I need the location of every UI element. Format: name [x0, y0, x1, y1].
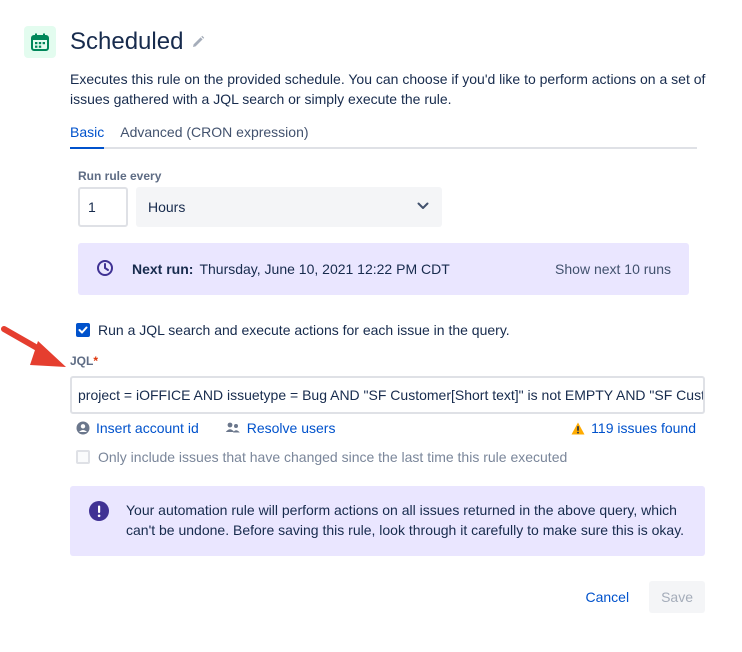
jql-checkbox[interactable] [76, 323, 90, 337]
required-mark: * [93, 354, 99, 368]
jql-label: JQL* [70, 354, 98, 368]
jql-label-text: JQL [70, 354, 94, 368]
save-button[interactable]: Save [649, 581, 705, 613]
users-icon [225, 422, 240, 433]
cancel-button[interactable]: Cancel [573, 581, 641, 613]
show-next-runs-link[interactable]: Show next 10 runs [555, 261, 671, 277]
pencil-icon[interactable] [191, 35, 205, 49]
user-circle-icon [76, 421, 90, 435]
resolve-users-link[interactable]: Resolve users [225, 420, 336, 436]
unit-selected-value: Hours [148, 199, 186, 215]
page-title: Scheduled [70, 28, 205, 56]
warning-icon [571, 422, 585, 434]
jql-checkbox-label: Run a JQL search and execute actions for… [98, 322, 510, 338]
issues-found-link[interactable]: 119 issues found [571, 420, 696, 436]
trigger-description: Executes this rule on the provided sched… [70, 71, 706, 107]
trigger-title: Scheduled [70, 28, 184, 55]
insert-account-id-label: Insert account id [96, 420, 199, 436]
tab-advanced[interactable]: Advanced (CRON expression) [120, 124, 308, 147]
exclamation-icon [88, 500, 110, 542]
chevron-down-icon [416, 199, 430, 216]
red-arrow-annotation [1, 326, 66, 367]
jql-helper-links: Insert account id Resolve users 119 issu… [76, 420, 696, 436]
next-run-panel: Next run: Thursday, June 10, 2021 12:22 … [78, 243, 689, 295]
schedule-tabs: Basic Advanced (CRON expression) [70, 124, 697, 149]
next-run-label: Next run: [132, 261, 194, 277]
only-changed-checkbox[interactable] [76, 450, 90, 464]
only-changed-label: Only include issues that have changed si… [98, 449, 568, 465]
calendar-icon [24, 26, 56, 58]
issues-found-label: 119 issues found [591, 420, 696, 436]
warning-text: Your automation rule will perform action… [126, 502, 685, 538]
interval-input[interactable] [78, 187, 128, 227]
run-every-label: Run rule every [78, 169, 162, 183]
jql-input[interactable]: project = iOFFICE AND issuetype = Bug AN… [70, 376, 705, 414]
warning-panel: Your automation rule will perform action… [70, 486, 705, 556]
check-icon [78, 326, 88, 334]
jql-toggle-row[interactable]: Run a JQL search and execute actions for… [76, 322, 510, 338]
resolve-users-label: Resolve users [246, 420, 336, 436]
only-changed-row[interactable]: Only include issues that have changed si… [76, 449, 567, 465]
tab-basic[interactable]: Basic [70, 124, 105, 149]
clock-icon [96, 259, 114, 280]
next-run-value: Thursday, June 10, 2021 12:22 PM CDT [199, 261, 450, 277]
insert-account-id-link[interactable]: Insert account id [76, 420, 199, 436]
interval-unit-select[interactable]: Hours [136, 187, 442, 227]
footer-actions: Cancel Save [573, 581, 705, 613]
